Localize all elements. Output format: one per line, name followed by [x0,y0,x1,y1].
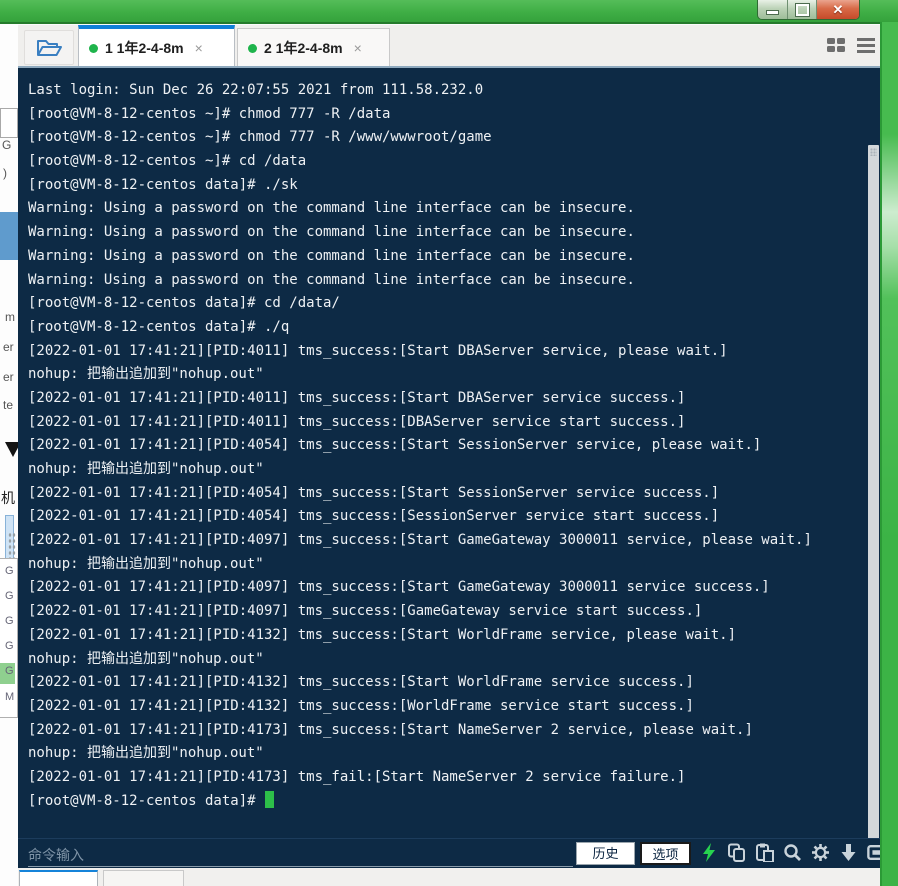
screen: ✕ G ) m er er te 机 G G G G G M [0,0,898,886]
terminal-app-window: 1 1年2-4-8m × 2 1年2-4-8m × Last [18,24,882,886]
terminal-screen[interactable]: Last login: Sun Dec 26 22:07:55 2021 fro… [18,66,882,838]
terminal-line: Warning: Using a password on the command… [28,269,866,293]
terminal-line: nohup: 把输出追加到"nohup.out" [28,553,866,577]
terminal-line: [2022-01-01 17:41:21][PID:4097] tms_succ… [28,529,866,553]
close-button[interactable]: ✕ [817,0,859,19]
command-bar-icons [699,843,886,862]
terminal-line: [2022-01-01 17:41:21][PID:4132] tms_succ… [28,624,866,648]
terminal-line: [2022-01-01 17:41:21][PID:4011] tms_succ… [28,387,866,411]
background-fragment: ) [3,166,7,180]
shell-prompt: [root@VM-8-12-centos data]# [28,793,256,809]
terminal-line: [root@VM-8-12-centos ~]# chmod 777 -R /d… [28,103,866,127]
tab-label: 2 1年2-4-8m [264,38,343,58]
minimize-icon [766,10,779,15]
lightning-icon[interactable] [699,843,718,862]
grid-view-icon[interactable] [826,36,846,54]
terminal-line: Warning: Using a password on the command… [28,245,866,269]
download-arrow-icon[interactable] [839,843,858,862]
close-icon: ✕ [833,0,844,19]
terminal-line: [2022-01-01 17:41:21][PID:4132] tms_succ… [28,695,866,719]
tab-session-1[interactable]: 1 1年2-4-8m × [78,25,235,67]
background-fragment: m [5,310,15,324]
background-fragment [0,212,18,260]
terminal-cursor [265,791,274,808]
background-fragment: er [3,370,14,384]
compose-tab-2[interactable] [103,870,184,886]
tab-close-icon[interactable]: × [354,40,362,56]
tab-bar: 1 1年2-4-8m × 2 1年2-4-8m × [18,24,882,67]
open-folder-icon [35,36,63,60]
terminal-line: [2022-01-01 17:41:21][PID:4097] tms_succ… [28,600,866,624]
paste-icon[interactable] [755,843,774,862]
terminal-line: Warning: Using a password on the command… [28,221,866,245]
background-fragment: te [3,398,13,412]
background-fragment: G [5,565,14,577]
terminal-line: Last login: Sun Dec 26 22:07:55 2021 fro… [28,79,866,103]
menu-icon[interactable] [856,36,876,54]
terminal-line: [2022-01-01 17:41:21][PID:4097] tms_succ… [28,576,866,600]
terminal-line: [root@VM-8-12-centos data]# ./q [28,316,866,340]
command-input-bar: 命令输入 历史 选项 [18,838,882,868]
background-fragment: M [5,691,14,703]
gear-icon[interactable] [811,843,830,862]
terminal-line: [2022-01-01 17:41:21][PID:4054] tms_succ… [28,505,866,529]
background-window-strip: G ) m er er te 机 G G G G G M [0,24,19,886]
copy-icon[interactable] [727,843,746,862]
terminal-line: [2022-01-01 17:41:21][PID:4011] tms_succ… [28,411,866,435]
background-fragment: G [5,640,14,652]
window-controls: ✕ [757,0,860,20]
terminal-line: [2022-01-01 17:41:21][PID:4054] tms_succ… [28,434,866,458]
terminal-line: [2022-01-01 17:41:21][PID:4173] tms_succ… [28,719,866,743]
options-button[interactable]: 选项 [640,842,691,865]
compose-tab-1[interactable] [19,870,98,886]
tab-session-2[interactable]: 2 1年2-4-8m × [237,28,390,67]
terminal-line: [2022-01-01 17:41:21][PID:4173] tms_fail… [28,766,866,790]
connected-status-icon [248,44,257,53]
window-titlebar: ✕ [0,0,898,24]
maximize-icon [796,4,809,16]
connected-status-icon [89,44,98,53]
terminal-line: [2022-01-01 17:41:21][PID:4054] tms_succ… [28,482,866,506]
terminal-line: [root@VM-8-12-centos data]# cd /data/ [28,292,866,316]
background-fragment: er [3,340,14,354]
tab-close-icon[interactable]: × [195,40,203,56]
open-session-button[interactable] [24,30,74,65]
terminal-line: [2022-01-01 17:41:21][PID:4011] tms_succ… [28,340,866,364]
background-fragment: G [2,138,11,152]
background-fragment: G [5,615,14,627]
search-icon[interactable] [783,843,802,862]
background-fragment: G G G G G M [0,558,18,718]
tab-label: 1 1年2-4-8m [105,38,184,58]
terminal-line: nohup: 把输出追加到"nohup.out" [28,742,866,766]
terminal-line: nohup: 把输出追加到"nohup.out" [28,648,866,672]
history-button[interactable]: 历史 [576,842,635,865]
terminal-line: [root@VM-8-12-centos ~]# chmod 777 -R /w… [28,126,866,150]
terminal-line: nohup: 把输出追加到"nohup.out" [28,458,866,482]
terminal-prompt-line: [root@VM-8-12-centos data]# [28,790,866,814]
background-fragment: G [5,665,14,677]
background-fragment [0,108,18,138]
minimize-button[interactable] [758,0,788,19]
terminal-line: nohup: 把输出追加到"nohup.out" [28,363,866,387]
command-input-placeholder: 命令输入 [28,845,84,865]
terminal-line: [root@VM-8-12-centos ~]# cd /data [28,150,866,174]
maximize-button[interactable] [788,0,817,19]
terminal-line: Warning: Using a password on the command… [28,197,866,221]
background-fragment [8,532,16,560]
background-fragment: G [5,590,14,602]
command-input[interactable] [28,866,573,867]
terminal-output: Last login: Sun Dec 26 22:07:55 2021 fro… [28,79,866,813]
compose-tab-strip [18,868,882,886]
terminal-line: [root@VM-8-12-centos data]# ./sk [28,174,866,198]
window-right-border [880,22,898,886]
background-fragment: 机 [1,488,15,508]
terminal-scrollbar-thumb[interactable] [868,145,879,840]
terminal-line: [2022-01-01 17:41:21][PID:4132] tms_succ… [28,671,866,695]
